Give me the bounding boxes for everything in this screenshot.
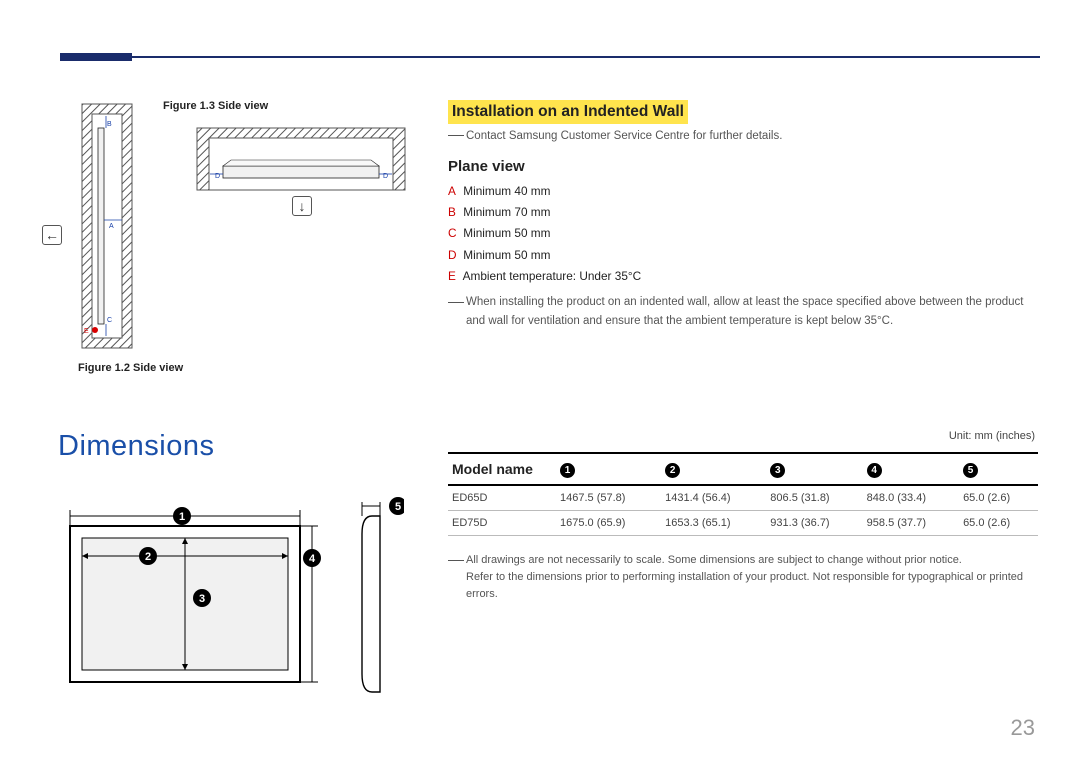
circled-2: 2 — [139, 547, 157, 565]
figure-1-2-diagram: B A C E — [78, 100, 136, 352]
note-ventilation: When installing the product on an indent… — [448, 293, 1033, 330]
svg-text:C: C — [107, 317, 112, 324]
table-header-row: Model name 1 2 3 4 5 — [448, 453, 1038, 485]
kv-row-b: B Minimum 70 mm — [448, 202, 1033, 223]
kv-row-e: E Ambient temperature: Under 35°C — [448, 266, 1033, 287]
svg-text:B: B — [107, 121, 112, 128]
kv-row-c: C Minimum 50 mm — [448, 223, 1033, 244]
page-number: 23 — [1011, 715, 1035, 741]
cell-5: 65.0 (2.6) — [959, 511, 1038, 536]
note-scale-text: All drawings are not necessarily to scal… — [466, 554, 962, 566]
svg-text:5: 5 — [395, 501, 401, 513]
kv-val-c: Minimum 50 mm — [463, 226, 550, 240]
note-refer: Refer to the dimensions prior to perform… — [448, 569, 1038, 603]
table-row: ED75D 1675.0 (65.9) 1653.3 (65.1) 931.3 … — [448, 511, 1038, 536]
note-contact: Contact Samsung Customer Service Centre … — [448, 130, 1033, 142]
th-model: Model name — [448, 453, 556, 485]
th-1: 1 — [556, 453, 661, 485]
svg-text:3: 3 — [199, 593, 205, 605]
header-rule-accent — [60, 53, 132, 61]
th-2: 2 — [661, 453, 766, 485]
th-5: 5 — [959, 453, 1038, 485]
cell-3: 931.3 (36.7) — [766, 511, 862, 536]
circled-5: 5 — [389, 497, 404, 515]
figure-1-3-caption: Figure 1.3 Side view — [163, 100, 268, 112]
section-heading-highlight: Installation on an Indented Wall — [448, 100, 688, 124]
dimensions-diagram: 1 2 3 4 5 — [60, 494, 404, 694]
page: Figure 1.3 Side view B A C E Figure 1.2 … — [0, 0, 1080, 763]
kv-row-a: A Minimum 40 mm — [448, 181, 1033, 202]
cell-2: 1653.3 (65.1) — [661, 511, 766, 536]
note-contact-text: Contact Samsung Customer Service Centre … — [466, 130, 782, 142]
figure-1-2-caption: Figure 1.2 Side view — [78, 362, 183, 374]
cell-2: 1431.4 (56.4) — [661, 485, 766, 511]
kv-val-a: Minimum 40 mm — [463, 184, 550, 198]
dimensions-table: Model name 1 2 3 4 5 ED65D 1467.5 (57.8)… — [448, 452, 1038, 536]
circled-1: 1 — [173, 507, 191, 525]
installation-section: Installation on an Indented Wall Contact… — [448, 100, 1033, 330]
kv-key-b: B — [448, 202, 460, 223]
kv-key-c: C — [448, 223, 460, 244]
kv-row-d: D Minimum 50 mm — [448, 245, 1033, 266]
th-3: 3 — [766, 453, 862, 485]
circled-4: 4 — [303, 549, 321, 567]
kv-key-a: A — [448, 181, 460, 202]
cell-3: 806.5 (31.8) — [766, 485, 862, 511]
note-scale: All drawings are not necessarily to scal… — [448, 552, 1038, 569]
cell-5: 65.0 (2.6) — [959, 485, 1038, 511]
svg-text:A: A — [109, 223, 114, 230]
plane-view-heading: Plane view — [448, 158, 1033, 175]
th-4: 4 — [863, 453, 959, 485]
unit-label: Unit: mm (inches) — [949, 430, 1035, 442]
svg-text:E: E — [84, 328, 89, 335]
svg-text:4: 4 — [309, 553, 316, 565]
note-refer-text: Refer to the dimensions prior to perform… — [466, 571, 1023, 600]
dimensions-notes: All drawings are not necessarily to scal… — [448, 552, 1038, 603]
table-row: ED65D 1467.5 (57.8) 1431.4 (56.4) 806.5 … — [448, 485, 1038, 511]
svg-text:2: 2 — [145, 551, 151, 563]
dimension-kv-list: A Minimum 40 mm B Minimum 70 mm C Minimu… — [448, 181, 1033, 287]
kv-key-e: E — [448, 266, 460, 287]
cell-4: 958.5 (37.7) — [863, 511, 959, 536]
cell-model: ED65D — [448, 485, 556, 511]
arrow-left-icon: ← — [42, 225, 62, 245]
circled-3: 3 — [193, 589, 211, 607]
kv-val-d: Minimum 50 mm — [463, 248, 550, 262]
kv-key-d: D — [448, 245, 460, 266]
dimensions-heading: Dimensions — [58, 430, 215, 463]
arrow-down-icon: ↓ — [292, 196, 312, 216]
header-rule — [60, 56, 1040, 58]
kv-val-b: Minimum 70 mm — [463, 205, 550, 219]
cell-4: 848.0 (33.4) — [863, 485, 959, 511]
svg-text:1: 1 — [179, 511, 185, 523]
cell-model: ED75D — [448, 511, 556, 536]
kv-val-e: Ambient temperature: Under 35°C — [463, 269, 641, 283]
note-ventilation-text: When installing the product on an indent… — [466, 296, 1023, 326]
cell-1: 1467.5 (57.8) — [556, 485, 661, 511]
cell-1: 1675.0 (65.9) — [556, 511, 661, 536]
